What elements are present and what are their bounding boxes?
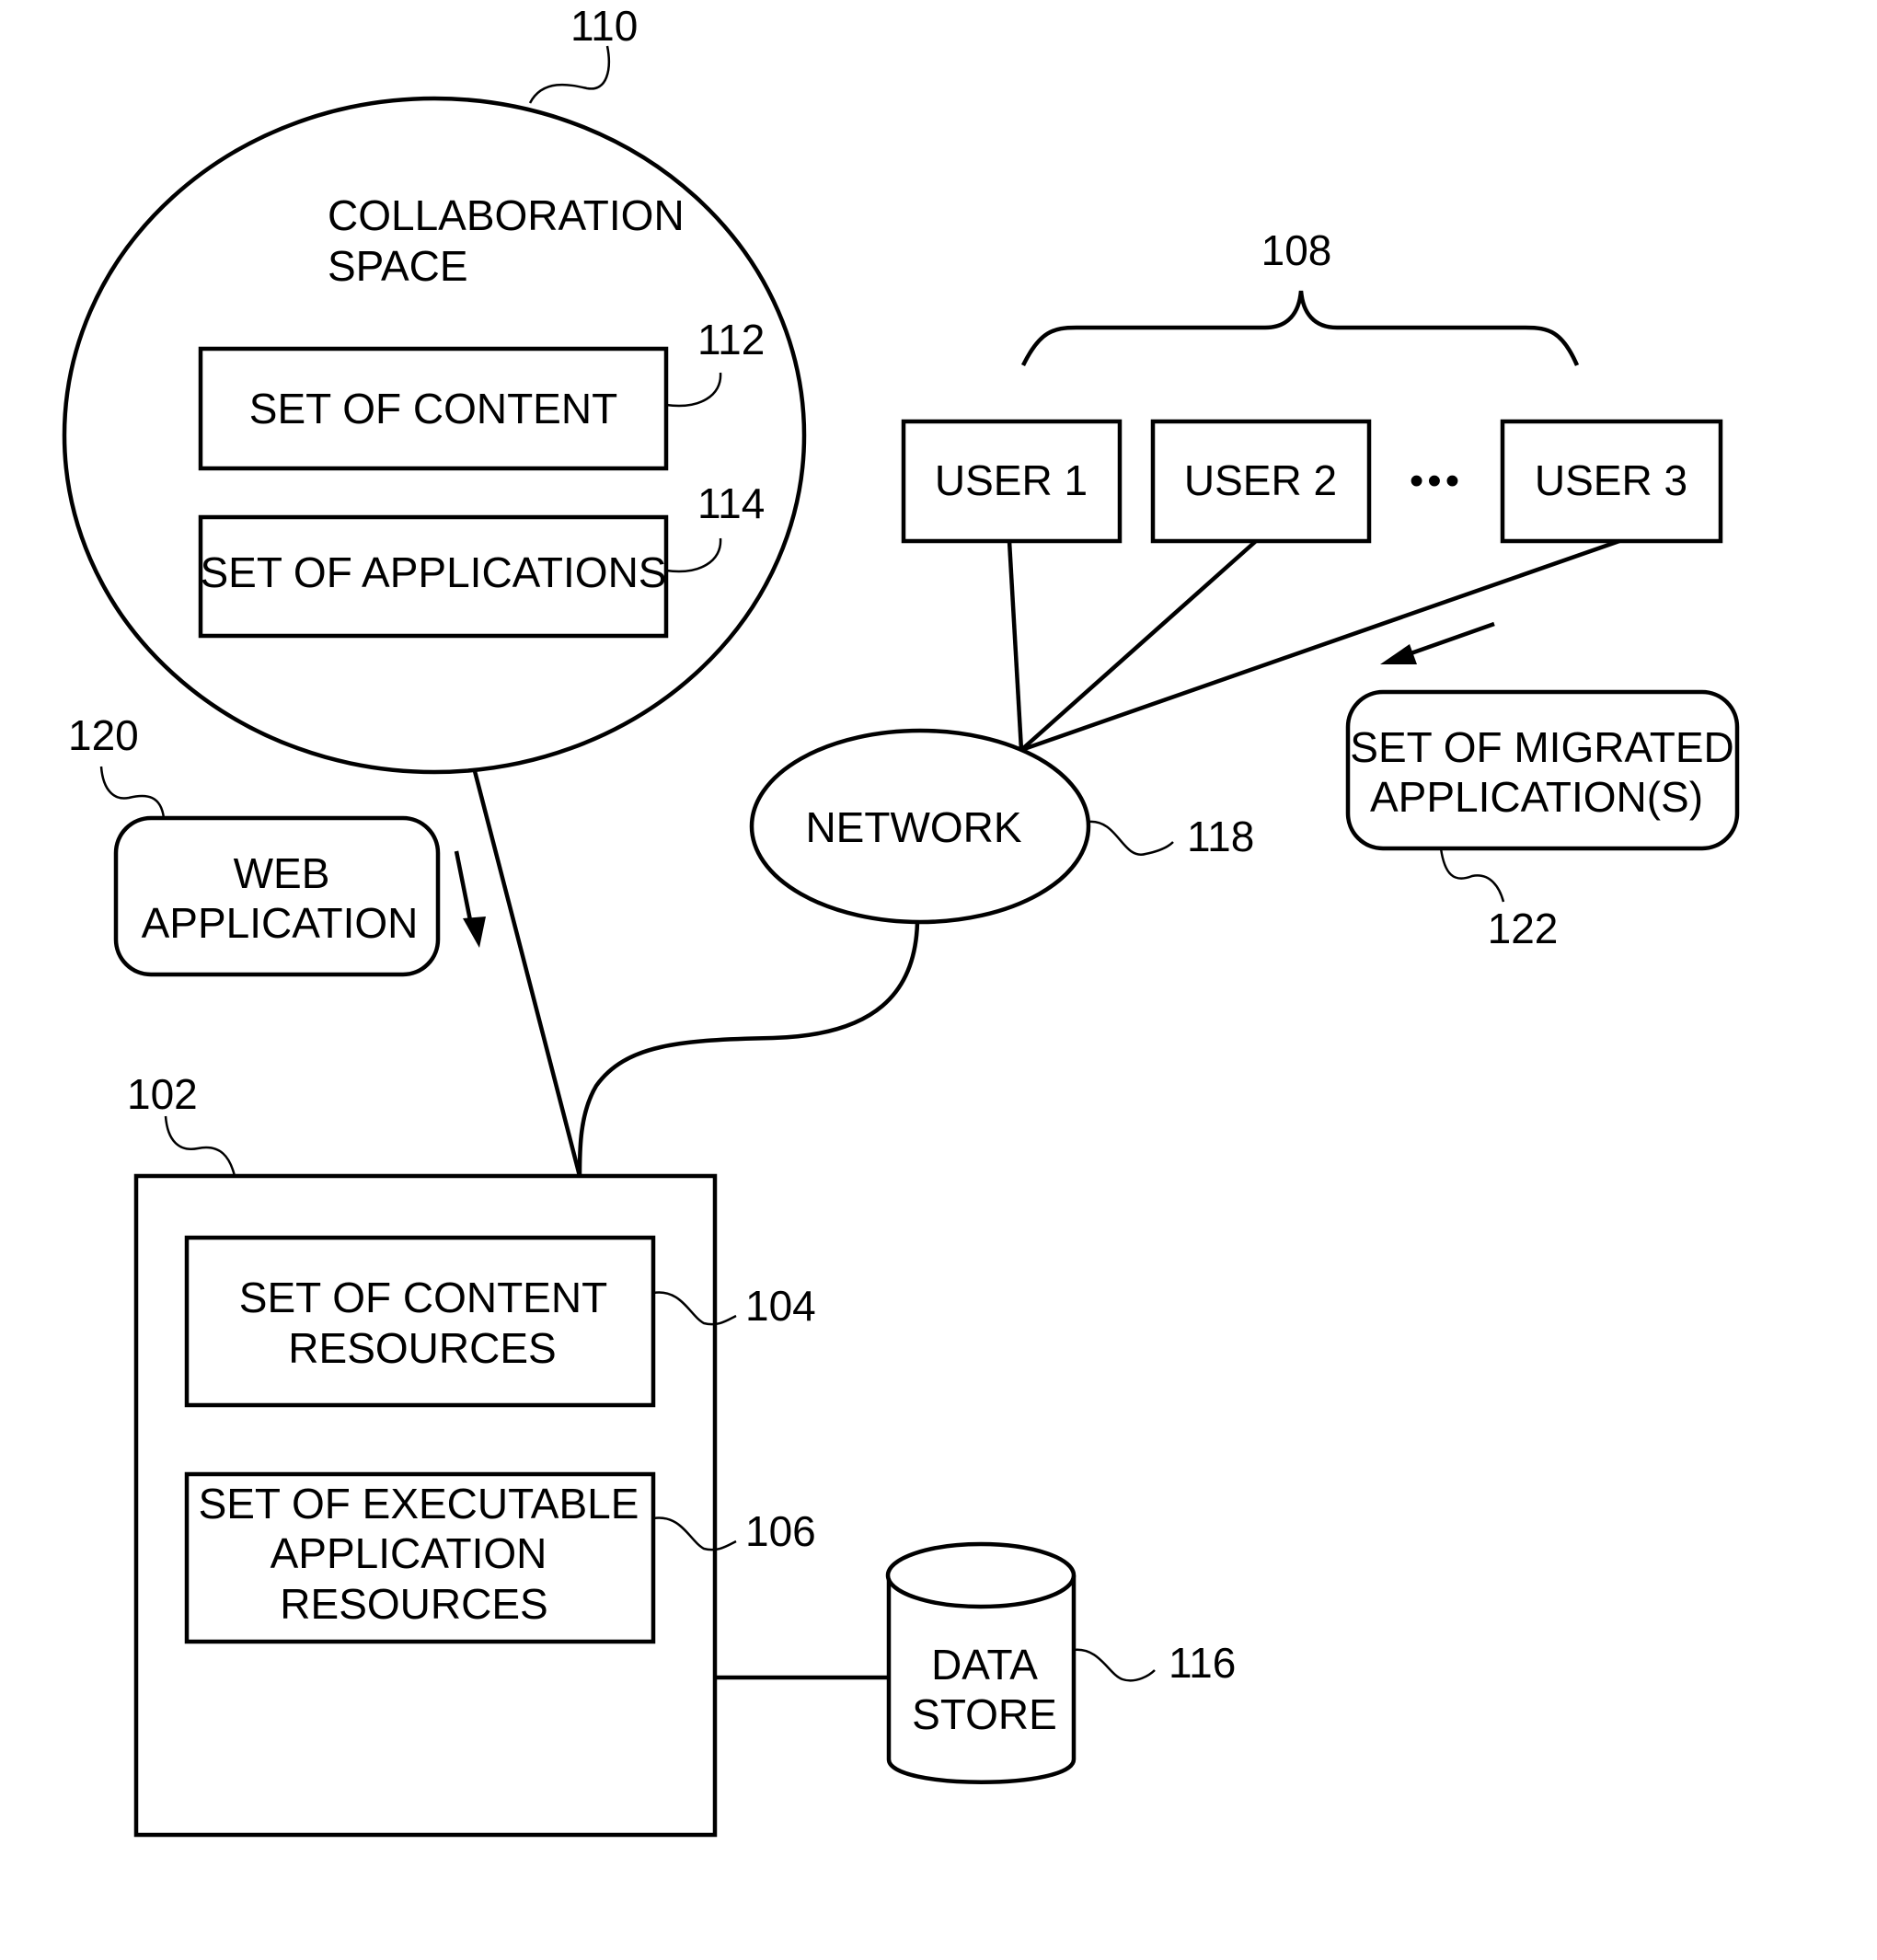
content-resources-box: SET OF CONTENT RESOURCES 104 bbox=[184, 1235, 816, 1408]
web-application-line2: APPLICATION bbox=[142, 899, 419, 947]
collaboration-space-title-line2: SPACE bbox=[328, 242, 468, 290]
migrated-applications-line1: SET OF MIGRATED bbox=[1350, 723, 1733, 771]
collaboration-space-title-line1: COLLABORATION bbox=[328, 191, 685, 239]
ref-104: 104 bbox=[745, 1282, 816, 1330]
web-application-box: WEB APPLICATION 120 bbox=[68, 711, 441, 977]
executable-resources-line2: APPLICATION bbox=[271, 1529, 547, 1577]
executable-resources-line3: RESOURCES bbox=[280, 1580, 547, 1628]
server: 102 bbox=[127, 1070, 718, 1838]
network-to-server-connector bbox=[577, 921, 920, 1177]
user-ellipsis: ••• bbox=[1410, 458, 1463, 503]
user-1-label: USER 1 bbox=[935, 456, 1088, 504]
executable-resources-line1: SET OF EXECUTABLE bbox=[199, 1480, 639, 1528]
content-resources-rect bbox=[184, 1235, 656, 1408]
ref-110: 110 bbox=[570, 2, 638, 50]
ref-122: 122 bbox=[1488, 905, 1559, 952]
web-application-line1: WEB bbox=[234, 849, 330, 897]
ref-106: 106 bbox=[745, 1507, 816, 1555]
leader-122 bbox=[1439, 847, 1505, 903]
ref-112: 112 bbox=[697, 316, 765, 363]
executable-resources-box: SET OF EXECUTABLE APPLICATION RESOURCES … bbox=[184, 1471, 816, 1644]
user-2-connector bbox=[1019, 539, 1258, 752]
migrated-applications-line2: APPLICATION(S) bbox=[1370, 773, 1703, 821]
set-of-content-label: SET OF CONTENT bbox=[249, 385, 617, 432]
data-store-line1: DATA bbox=[931, 1641, 1038, 1689]
network: NETWORK 118 bbox=[749, 728, 1254, 925]
patent-diagram: COLLABORATION SPACE 110 SET OF CONTENT 1… bbox=[62, 2, 1740, 1838]
leader-116 bbox=[1073, 1648, 1156, 1682]
web-application-arrow-shaft bbox=[454, 850, 474, 926]
user-1: USER 1 bbox=[901, 419, 1123, 544]
migration-arrowhead-icon bbox=[1380, 644, 1417, 664]
ref-102: 102 bbox=[127, 1070, 198, 1118]
users-group: 108 bbox=[1020, 226, 1580, 366]
leader-112 bbox=[665, 372, 722, 408]
content-resources-line1: SET OF CONTENT bbox=[239, 1274, 607, 1321]
ref-118: 118 bbox=[1187, 813, 1254, 860]
leader-104 bbox=[652, 1291, 737, 1326]
migration-arrow bbox=[1380, 621, 1495, 664]
content-resources-line2: RESOURCES bbox=[288, 1324, 556, 1372]
data-store-top bbox=[885, 1541, 1077, 1609]
leader-118 bbox=[1088, 820, 1174, 856]
web-application-arrow bbox=[454, 850, 486, 948]
user-2-label: USER 2 bbox=[1184, 456, 1337, 504]
web-application-arrowhead-icon bbox=[463, 917, 486, 948]
user-2: USER 2 bbox=[1150, 419, 1372, 544]
ref-120: 120 bbox=[68, 711, 139, 759]
ref-114: 114 bbox=[697, 479, 765, 527]
set-of-applications-label: SET OF APPLICATIONS bbox=[201, 548, 667, 596]
migrated-applications-box: SET OF MIGRATED APPLICATION(S) 122 bbox=[1345, 689, 1740, 952]
leader-120 bbox=[99, 766, 166, 819]
leader-110 bbox=[528, 45, 611, 104]
migration-arrow-shaft bbox=[1402, 621, 1495, 659]
user-3: USER 3 bbox=[1500, 419, 1723, 544]
collaboration-to-server-connector bbox=[472, 770, 582, 1177]
data-store: DATA STORE 116 bbox=[885, 1541, 1236, 1784]
ref-116: 116 bbox=[1169, 1639, 1236, 1687]
ref-108: 108 bbox=[1261, 226, 1332, 274]
set-of-content-box: SET OF CONTENT 112 bbox=[198, 316, 765, 471]
leader-106 bbox=[652, 1516, 737, 1551]
leader-114 bbox=[665, 537, 722, 573]
set-of-applications-box: SET OF APPLICATIONS 114 bbox=[198, 479, 765, 639]
user-3-label: USER 3 bbox=[1535, 456, 1687, 504]
user-3-connector bbox=[1020, 538, 1620, 753]
users-brace bbox=[1020, 290, 1580, 366]
leader-102 bbox=[164, 1115, 236, 1177]
network-label: NETWORK bbox=[805, 803, 1021, 851]
data-store-line2: STORE bbox=[912, 1690, 1057, 1738]
user-1-connector bbox=[1007, 540, 1024, 751]
